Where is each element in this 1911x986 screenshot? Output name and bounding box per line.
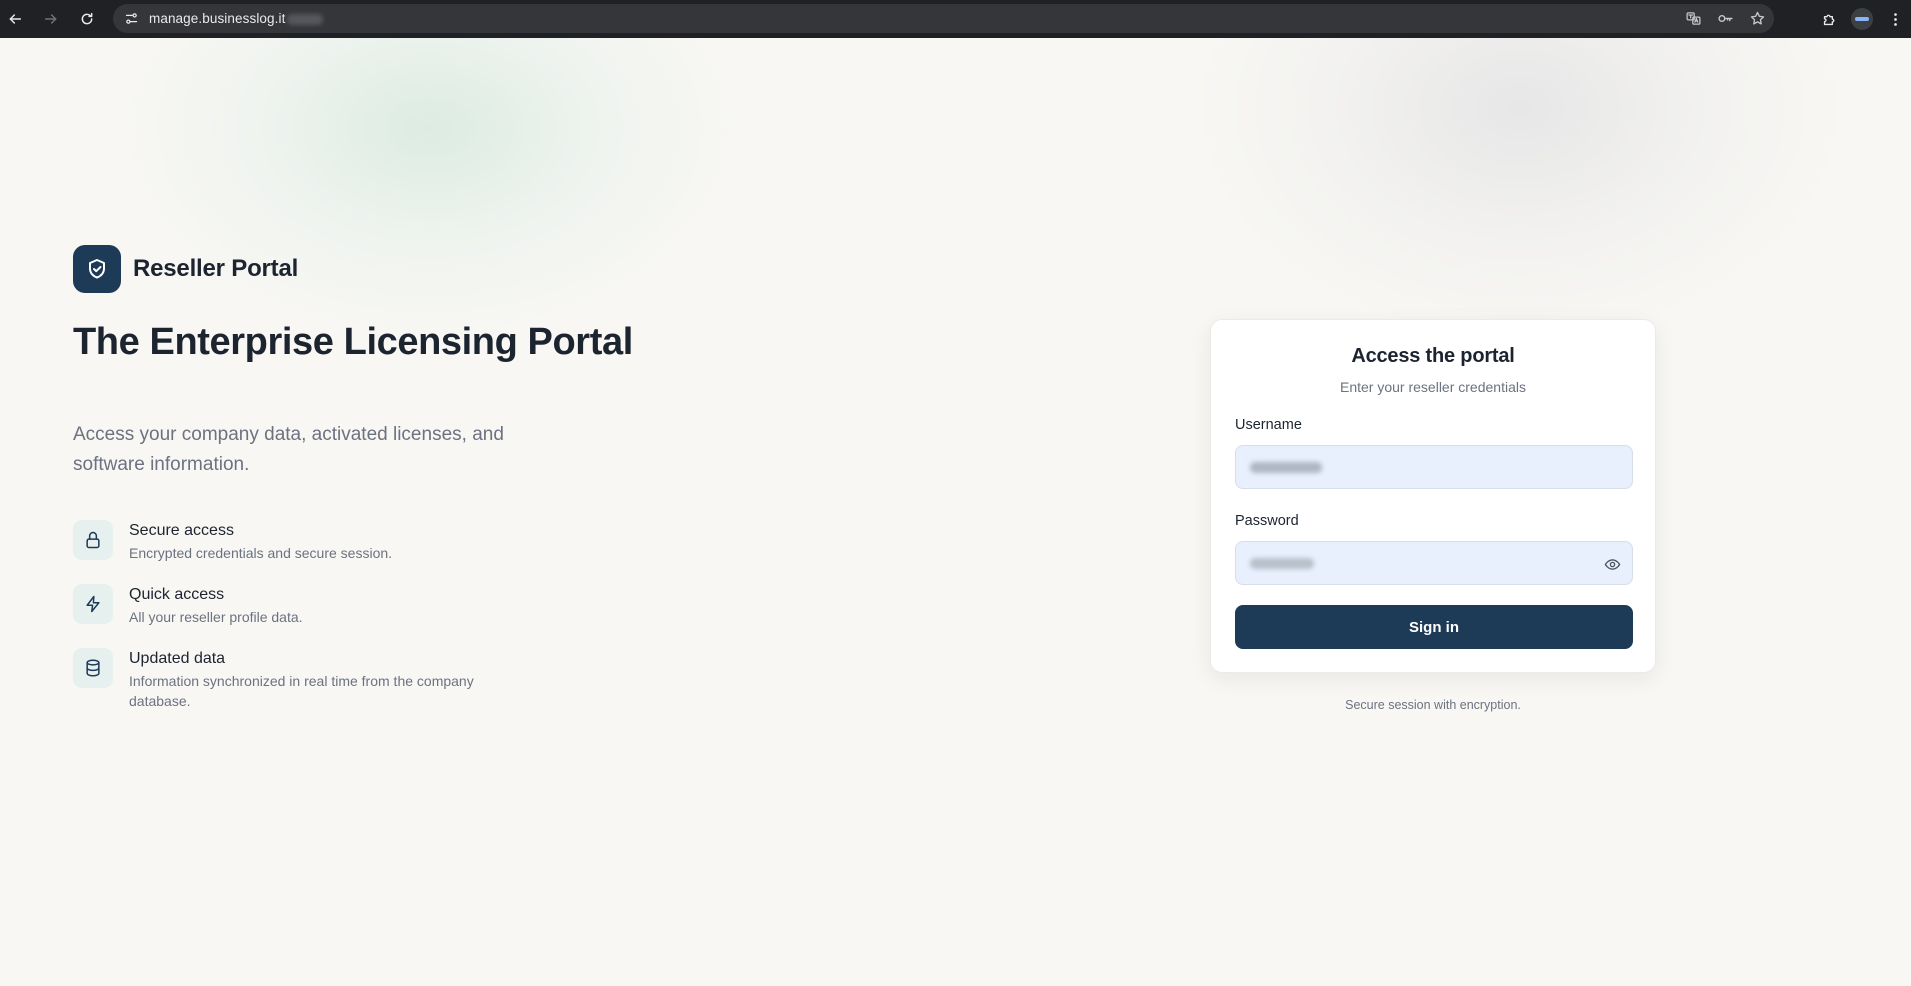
url-text[interactable]: manage.businesslog.it bbox=[149, 11, 324, 26]
login-subtitle: Enter your reseller credentials bbox=[1340, 379, 1526, 395]
brand-name: Reseller Portal bbox=[133, 255, 299, 282]
feature-icon-box bbox=[73, 648, 113, 688]
background-glow-left bbox=[120, 38, 740, 338]
password-label: Password bbox=[1235, 513, 1299, 529]
site-info-button[interactable] bbox=[122, 10, 140, 28]
star-icon bbox=[1750, 11, 1765, 25]
translate-button[interactable] bbox=[1685, 10, 1702, 27]
feature-title: Updated data bbox=[129, 650, 226, 667]
more-vert-icon bbox=[1893, 12, 1897, 26]
forward-button[interactable] bbox=[37, 5, 65, 33]
feature-icon-box bbox=[73, 584, 113, 624]
lock-icon bbox=[86, 531, 100, 549]
profile-avatar[interactable] bbox=[1851, 8, 1873, 30]
feature-description: Encrypted credentials and secure session… bbox=[129, 545, 393, 561]
arrow-left-icon bbox=[9, 14, 22, 24]
extensions-button[interactable] bbox=[1813, 3, 1845, 35]
username-value-redacted bbox=[1250, 462, 1322, 473]
password-value-redacted bbox=[1250, 558, 1314, 569]
database-icon bbox=[86, 659, 100, 677]
feature-secure-access: Secure access Encrypted credentials and … bbox=[73, 520, 392, 563]
feature-title: Secure access bbox=[129, 522, 234, 539]
eye-icon bbox=[1604, 558, 1620, 570]
tune-icon bbox=[125, 13, 137, 24]
feature-icon-box bbox=[73, 520, 113, 560]
page-title: The Enterprise Licensing Portal bbox=[73, 321, 633, 363]
bookmark-button[interactable] bbox=[1749, 10, 1766, 27]
arrow-right-icon bbox=[44, 14, 57, 24]
lightning-icon bbox=[86, 595, 100, 613]
username-field[interactable] bbox=[1235, 445, 1633, 489]
sign-in-button[interactable]: Sign in bbox=[1235, 605, 1633, 649]
page-subtitle: Access your company data, activated lice… bbox=[73, 424, 504, 475]
secure-session-note: Secure session with encryption. bbox=[1345, 698, 1521, 712]
shield-check-icon bbox=[89, 259, 105, 279]
translate-icon bbox=[1686, 12, 1701, 25]
address-bar[interactable]: manage.businesslog.it bbox=[113, 4, 1774, 33]
key-icon bbox=[1718, 14, 1733, 23]
feature-title: Quick access bbox=[129, 586, 225, 603]
feature-quick-access: Quick access All your reseller profile d… bbox=[73, 584, 303, 627]
login-title: Access the portal bbox=[1351, 345, 1515, 367]
browser-toolbar: manage.businesslog.it bbox=[0, 0, 1911, 38]
reload-button[interactable] bbox=[73, 5, 101, 33]
username-label: Username bbox=[1235, 417, 1302, 433]
brand-logo bbox=[73, 245, 121, 293]
feature-description: Information synchronized in real time fr… bbox=[129, 673, 474, 709]
brand-header: Reseller Portal bbox=[73, 245, 298, 293]
browser-menu-button[interactable] bbox=[1879, 3, 1911, 35]
password-field[interactable] bbox=[1235, 541, 1633, 585]
background-glow-right bbox=[1200, 38, 1840, 338]
puzzle-icon bbox=[1823, 14, 1834, 25]
reload-icon bbox=[81, 12, 93, 25]
feature-updated-data: Updated data Information synchronized in… bbox=[73, 648, 533, 711]
show-password-button[interactable] bbox=[1602, 554, 1622, 574]
passwords-button[interactable] bbox=[1717, 10, 1734, 27]
feature-description: All your reseller profile data. bbox=[129, 609, 303, 625]
url-redacted bbox=[287, 13, 324, 25]
login-card: Access the portal Enter your reseller cr… bbox=[1210, 319, 1656, 673]
back-button[interactable] bbox=[1, 5, 29, 33]
